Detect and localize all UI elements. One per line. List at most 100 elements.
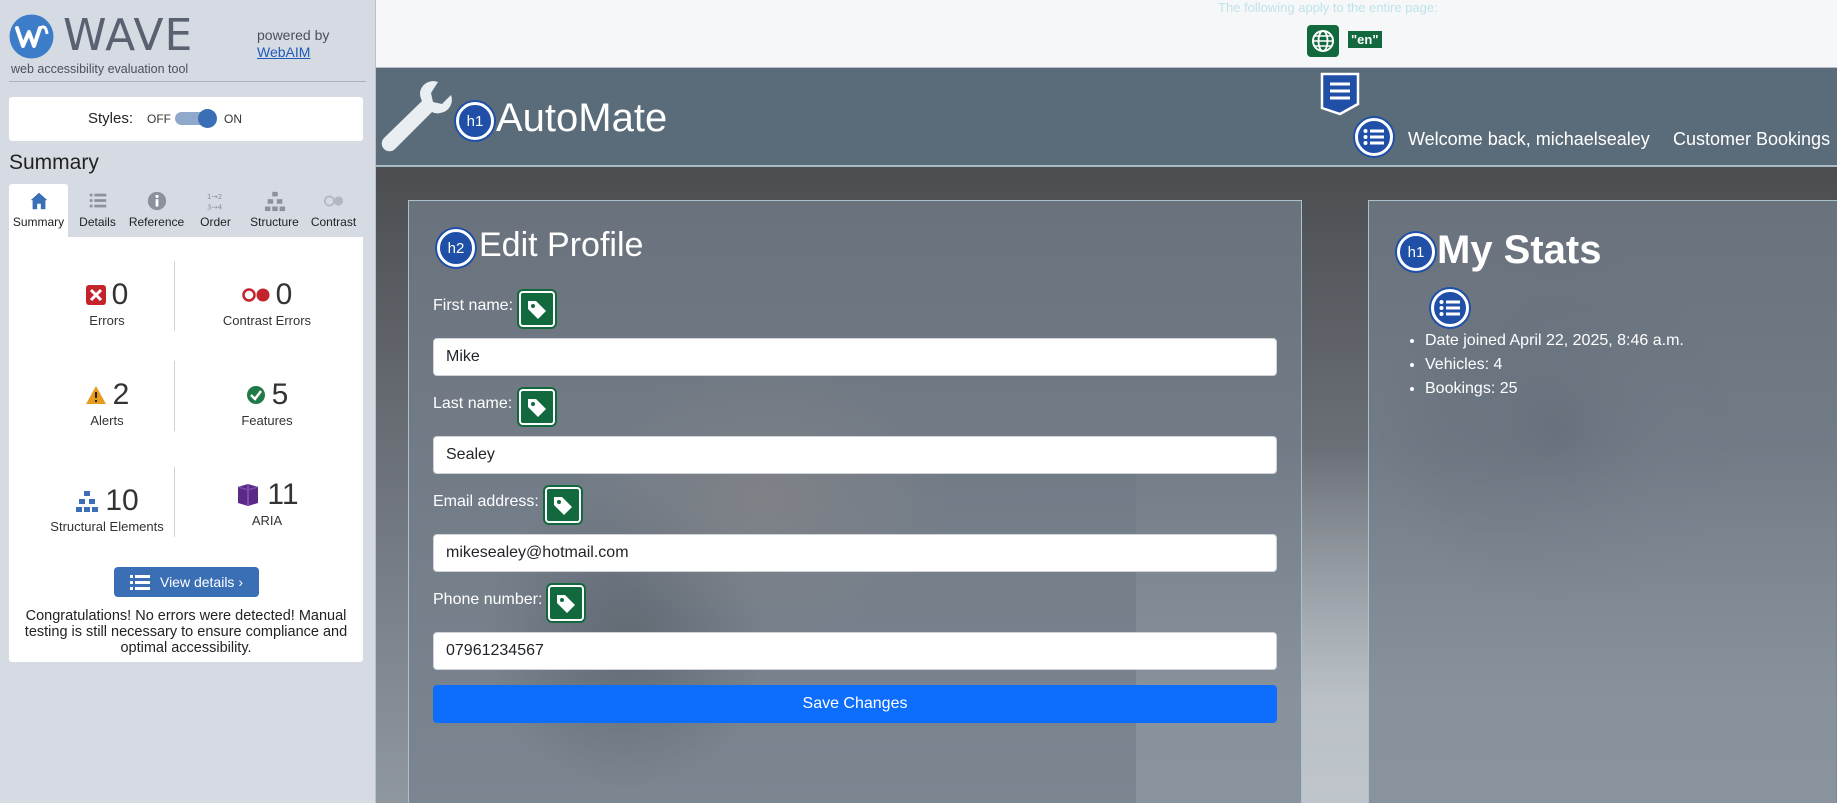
stat-features[interactable]: 5 Features (187, 377, 347, 428)
stat-alerts[interactable]: 2 Alerts (27, 377, 187, 428)
wave-tagline: web accessibility evaluation tool (11, 62, 189, 76)
edit-profile-heading: Edit Profile (479, 226, 644, 264)
contrast-errors-label: Contrast Errors (222, 313, 312, 328)
nav-welcome-link[interactable]: Welcome back, michaelsealey (1408, 129, 1650, 150)
wave-logo-icon (9, 14, 54, 59)
stat-bookings: Bookings: 25 (1425, 377, 1684, 401)
toggle-knob (198, 109, 217, 128)
congrats-message: Congratulations! No errors were detected… (24, 608, 348, 656)
powered-by: powered by WebAIM (257, 27, 329, 61)
h2-badge-icon[interactable]: h2 (437, 229, 475, 267)
summary-panel: 0 Errors 0 Contrast Errors 2 Alerts 5 Fe… (9, 237, 363, 662)
structure-icon (245, 190, 304, 214)
styles-label: Styles: (88, 110, 134, 127)
tab-contrast-label: Contrast (310, 215, 357, 229)
feature-check-icon (246, 386, 265, 404)
page-level-bar: The following apply to the entire page: … (376, 0, 1837, 68)
tab-order[interactable]: 1→2 3→4 Order (186, 184, 245, 237)
styles-panel: Styles: OFF ON (9, 97, 363, 141)
h1-badge-label: h1 (466, 112, 484, 130)
my-stats-card: h1 My Stats Date joined April 22, 2025, … (1368, 200, 1837, 803)
language-badge: "en" (1348, 31, 1382, 48)
stat-structural[interactable]: 10 Structural Elements (27, 483, 187, 534)
webaim-link[interactable]: WebAIM (257, 44, 329, 61)
label-tag-icon[interactable] (545, 487, 581, 523)
aria-landmark-icon[interactable] (1320, 72, 1360, 116)
email-input[interactable]: mikesealey@hotmail.com (433, 534, 1277, 572)
tab-summary-label: Summary (12, 215, 65, 229)
stat-contrast-errors[interactable]: 0 Contrast Errors (187, 277, 347, 328)
stat-aria[interactable]: 11 ARIA (187, 477, 347, 528)
nav-list-icon[interactable] (1355, 118, 1393, 156)
stats-list: Date joined April 22, 2025, 8:46 a.m. Ve… (1425, 329, 1684, 401)
list-icon (68, 190, 127, 214)
alerts-label: Alerts (90, 413, 124, 428)
brand-name[interactable]: AutoMate (496, 96, 667, 141)
h1-badge-label: h1 (1407, 243, 1425, 261)
tab-details-label: Details (79, 215, 116, 229)
page-level-notice: The following apply to the entire page: (1218, 0, 1438, 15)
svg-text:3→4: 3→4 (206, 202, 222, 211)
summary-heading: Summary (9, 151, 99, 174)
app-header: h1 AutoMate Welcome back, michaelsealey … (376, 68, 1837, 167)
tab-reference[interactable]: Reference (127, 184, 186, 237)
errors-label: Errors (89, 313, 125, 328)
view-details-button[interactable]: View details › (114, 567, 259, 597)
structural-icon (76, 491, 99, 512)
contrast-error-icon (241, 288, 270, 302)
errors-count: 0 (111, 278, 129, 311)
stat-errors[interactable]: 0 Errors (27, 277, 187, 328)
first-name-label: First name: (433, 297, 514, 314)
features-label: Features (241, 413, 293, 428)
h1-badge-icon[interactable]: h1 (1397, 233, 1435, 271)
last-name-label: Last name: (433, 395, 513, 412)
phone-input[interactable]: 07961234567 (433, 632, 1277, 670)
divider (174, 467, 175, 537)
wave-sidebar: WAVE web accessibility evaluation tool p… (0, 0, 376, 803)
contrast-icon (304, 190, 363, 214)
tab-structure[interactable]: Structure (245, 184, 304, 237)
tab-details[interactable]: Details (68, 184, 127, 237)
features-count: 5 (271, 378, 289, 411)
h2-badge-label: h2 (447, 239, 465, 257)
wave-tabs: Summary Details Reference 1→2 3→4 Order S… (9, 184, 363, 237)
tab-structure-label: Structure (250, 215, 299, 229)
view-details-label: View details › (159, 574, 243, 590)
wave-header: WAVE web accessibility evaluation tool p… (9, 0, 366, 82)
stat-date-joined: Date joined April 22, 2025, 8:46 a.m. (1425, 329, 1684, 353)
powered-by-label: powered by (257, 27, 330, 43)
label-tag-icon[interactable] (519, 291, 555, 327)
tab-order-label: Order (200, 215, 231, 229)
stat-vehicles: Vehicles: 4 (1425, 353, 1684, 377)
structural-label: Structural Elements (50, 519, 164, 534)
my-stats-heading: My Stats (1437, 228, 1602, 272)
styles-on-label: ON (224, 112, 242, 126)
last-name-input[interactable]: Sealey (433, 436, 1277, 474)
svg-text:1→2: 1→2 (206, 192, 221, 201)
first-name-input[interactable]: Mike (433, 338, 1277, 376)
language-icon[interactable] (1307, 25, 1339, 57)
list-icon[interactable] (1431, 289, 1469, 327)
phone-label: Phone number: (433, 591, 543, 608)
divider (174, 361, 175, 431)
list-icon (129, 575, 150, 590)
nav-customer-bookings-link[interactable]: Customer Bookings (1673, 129, 1830, 150)
tab-summary[interactable]: Summary (9, 184, 68, 237)
label-tag-icon[interactable] (548, 585, 584, 621)
wrench-icon (381, 81, 452, 152)
styles-off-label: OFF (147, 112, 171, 126)
page-under-test: The following apply to the entire page: … (376, 0, 1837, 803)
aria-count: 11 (267, 478, 299, 511)
label-tag-icon[interactable] (519, 389, 555, 425)
wave-logo-text: WAVE (63, 10, 194, 61)
contrast-errors-count: 0 (275, 278, 293, 311)
aria-label: ARIA (251, 513, 283, 528)
info-icon (127, 190, 186, 214)
tab-contrast[interactable]: Contrast (304, 184, 363, 237)
h1-badge-icon[interactable]: h1 (456, 102, 494, 140)
aria-cube-icon (238, 484, 259, 506)
home-icon (9, 190, 68, 214)
alert-icon (85, 386, 106, 404)
styles-toggle[interactable] (175, 108, 217, 128)
save-changes-button[interactable]: Save Changes (433, 685, 1277, 723)
